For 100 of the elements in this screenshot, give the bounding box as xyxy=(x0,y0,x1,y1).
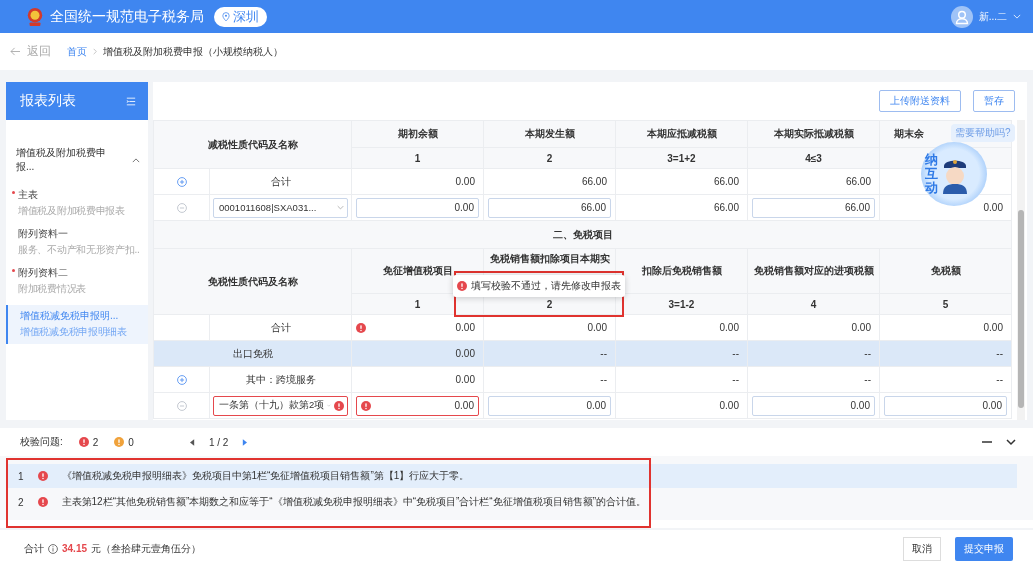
code-select[interactable]: 一条第（十九）款第2项 xyxy=(213,395,348,416)
column-header: 免税额 xyxy=(879,248,1012,294)
sidebar-item[interactable]: 主表 增值税及附加税费申报表 xyxy=(6,184,148,223)
amount-text: 66.00 xyxy=(845,176,871,187)
amount-text: 0.00 xyxy=(455,348,475,359)
sidebar-item[interactable]: 附列资料二 附加税费情况表 xyxy=(6,262,148,301)
chevron-up-icon xyxy=(132,157,140,163)
row-label: 合计 xyxy=(270,321,291,333)
chevron-down-icon[interactable] xyxy=(1005,436,1017,448)
info-icon xyxy=(48,543,58,554)
number-field[interactable]: 0.00 xyxy=(752,395,875,416)
number-field[interactable]: 0.00 xyxy=(488,395,611,416)
amount-text: -- xyxy=(864,348,871,359)
section-title: 二、免税项目 xyxy=(552,228,613,240)
cancel-button[interactable]: 取消 xyxy=(903,536,941,561)
amount-text: -- xyxy=(600,374,607,385)
scrollbar[interactable] xyxy=(1017,120,1025,420)
amount-text: 66.00 xyxy=(713,202,739,213)
issue-number: 1 xyxy=(18,470,24,482)
amount-text: -- xyxy=(732,374,739,385)
breadcrumb-current: 增值税及附加税费申报（小规模纳税人） xyxy=(103,44,283,59)
total-label: 合计 xyxy=(24,541,44,556)
item-title: 附列资料二 xyxy=(18,266,68,280)
number-field[interactable]: 66.00 xyxy=(488,197,611,218)
number-field[interactable]: 0.00 xyxy=(356,197,479,218)
number-field[interactable]: 66.00 xyxy=(752,197,875,218)
location-pin-icon xyxy=(222,11,230,22)
expand-icon[interactable] xyxy=(176,375,187,386)
code-select[interactable]: 0001011608|SXA031... xyxy=(213,197,348,218)
item-title: 增值税减免税申报明... xyxy=(20,309,119,323)
amount-text: -- xyxy=(864,374,871,385)
city-selector[interactable]: 深圳 xyxy=(214,6,267,27)
site-title: 全国统一规范电子税务局 xyxy=(50,7,204,26)
column-header: 本期实际抵减税额 xyxy=(747,120,880,148)
list-icon[interactable] xyxy=(126,96,136,106)
total-amount: 34.15 xyxy=(62,543,88,554)
amount-in-words: 元（叁拾肆元壹角伍分） xyxy=(91,541,202,556)
column-header: 本期发生额 xyxy=(483,120,616,148)
issue-row[interactable]: 2 主表第12栏“其他免税销售额”本期数之和应等于“《增值税减免税申报明细表》中“免税项目”合计栏“免征增值税项目销售额”的合计值。 xyxy=(8,490,1017,514)
issue-text: 主表第12栏“其他免税销售额”本期数之和应等于“《增值税减免税申报明细表》中“免税项目”合计栏“免征增值税项目销售额”的合计值。 xyxy=(61,495,646,509)
next-page-icon[interactable] xyxy=(242,438,248,446)
column-header: 免税性质代码及名称 xyxy=(153,248,352,315)
row-label: 合计 xyxy=(270,175,291,187)
number-field[interactable]: 0.00 xyxy=(884,395,1007,416)
chevron-right-icon xyxy=(93,48,97,55)
number-field[interactable]: 0.00 xyxy=(356,395,479,416)
column-header: 本期应抵减税额 xyxy=(615,120,748,148)
issue-text: 《增值税减免税申报明细表》免税项目中第1栏“免征增值税项目销售额”第【1】行应大于零。 xyxy=(61,469,470,483)
user-name[interactable]: 新...二 xyxy=(978,9,1007,24)
item-subtitle: 附加税费情况表 xyxy=(18,282,86,296)
amount-text: 66.00 xyxy=(713,176,739,187)
submit-button[interactable]: 提交申报 xyxy=(955,536,1013,561)
previous-page-icon[interactable] xyxy=(189,438,195,446)
emblem-icon xyxy=(26,6,44,27)
chevron-down-icon xyxy=(337,205,344,210)
item-title: 主表 xyxy=(18,188,38,202)
row-label: 其中：跨境服务 xyxy=(245,373,316,385)
row-label: 出口免税 xyxy=(232,347,273,359)
amount-text: 0.00 xyxy=(587,322,607,333)
error-icon xyxy=(37,471,48,481)
sidebar-item[interactable]: 附列资料一 服务、不动产和无形资产扣.. xyxy=(6,223,148,262)
amount-text: 0.00 xyxy=(851,322,871,333)
amount-text: 66.00 xyxy=(581,176,607,187)
group-header[interactable]: 增值税及附加税费申报... xyxy=(6,120,148,184)
warning-count: 0 xyxy=(128,436,134,448)
validation-label: 校验问题: xyxy=(20,435,63,449)
column-header: 减税性质代码及名称 xyxy=(153,120,352,169)
amount-text: 0.00 xyxy=(719,322,739,333)
amount-text: 0.00 xyxy=(455,322,475,333)
back-arrow-icon[interactable] xyxy=(10,47,21,56)
sidebar-title: 报表列表 xyxy=(20,92,76,110)
home-link[interactable]: 首页 xyxy=(67,44,87,59)
item-subtitle: 增值税减免税申报明细表 xyxy=(20,325,127,339)
issue-number: 2 xyxy=(18,496,24,508)
collapse-icon[interactable] xyxy=(176,203,187,214)
collapse-icon[interactable] xyxy=(176,401,187,412)
toolbar-button[interactable]: 暂存 xyxy=(973,90,1015,112)
issue-row[interactable]: 1 《增值税减免税申报明细表》免税项目中第1栏“免征增值税项目销售额”第【1】行应大于零。 xyxy=(8,464,1017,488)
error-icon xyxy=(78,437,89,447)
amount-text: 0.00 xyxy=(983,322,1003,333)
column-header: 期初余额 xyxy=(351,120,484,148)
column-header: 免税销售额对应的进项税额 xyxy=(747,248,880,294)
amount-text: -- xyxy=(600,348,607,359)
amount-text: -- xyxy=(732,348,739,359)
amount-text: 0.00 xyxy=(455,176,475,187)
amount-text: 0.00 xyxy=(455,374,475,385)
amount-text: -- xyxy=(996,348,1003,359)
item-subtitle: 服务、不动产和无形资产扣.. xyxy=(18,243,140,257)
error-icon xyxy=(457,281,467,291)
error-count: 2 xyxy=(92,436,99,448)
avatar-icon[interactable] xyxy=(950,5,973,28)
item-title: 附列资料一 xyxy=(18,227,68,241)
toolbar-button[interactable]: 上传附送资料 xyxy=(879,90,961,112)
warning-icon xyxy=(114,437,125,447)
expand-icon[interactable] xyxy=(176,177,187,188)
amount-text: -- xyxy=(996,374,1003,385)
badge-text: 纳互动 xyxy=(925,152,938,196)
item-subtitle: 增值税及附加税费申报表 xyxy=(18,204,125,218)
amount-text: 0.00 xyxy=(719,400,739,411)
error-icon xyxy=(37,497,48,507)
